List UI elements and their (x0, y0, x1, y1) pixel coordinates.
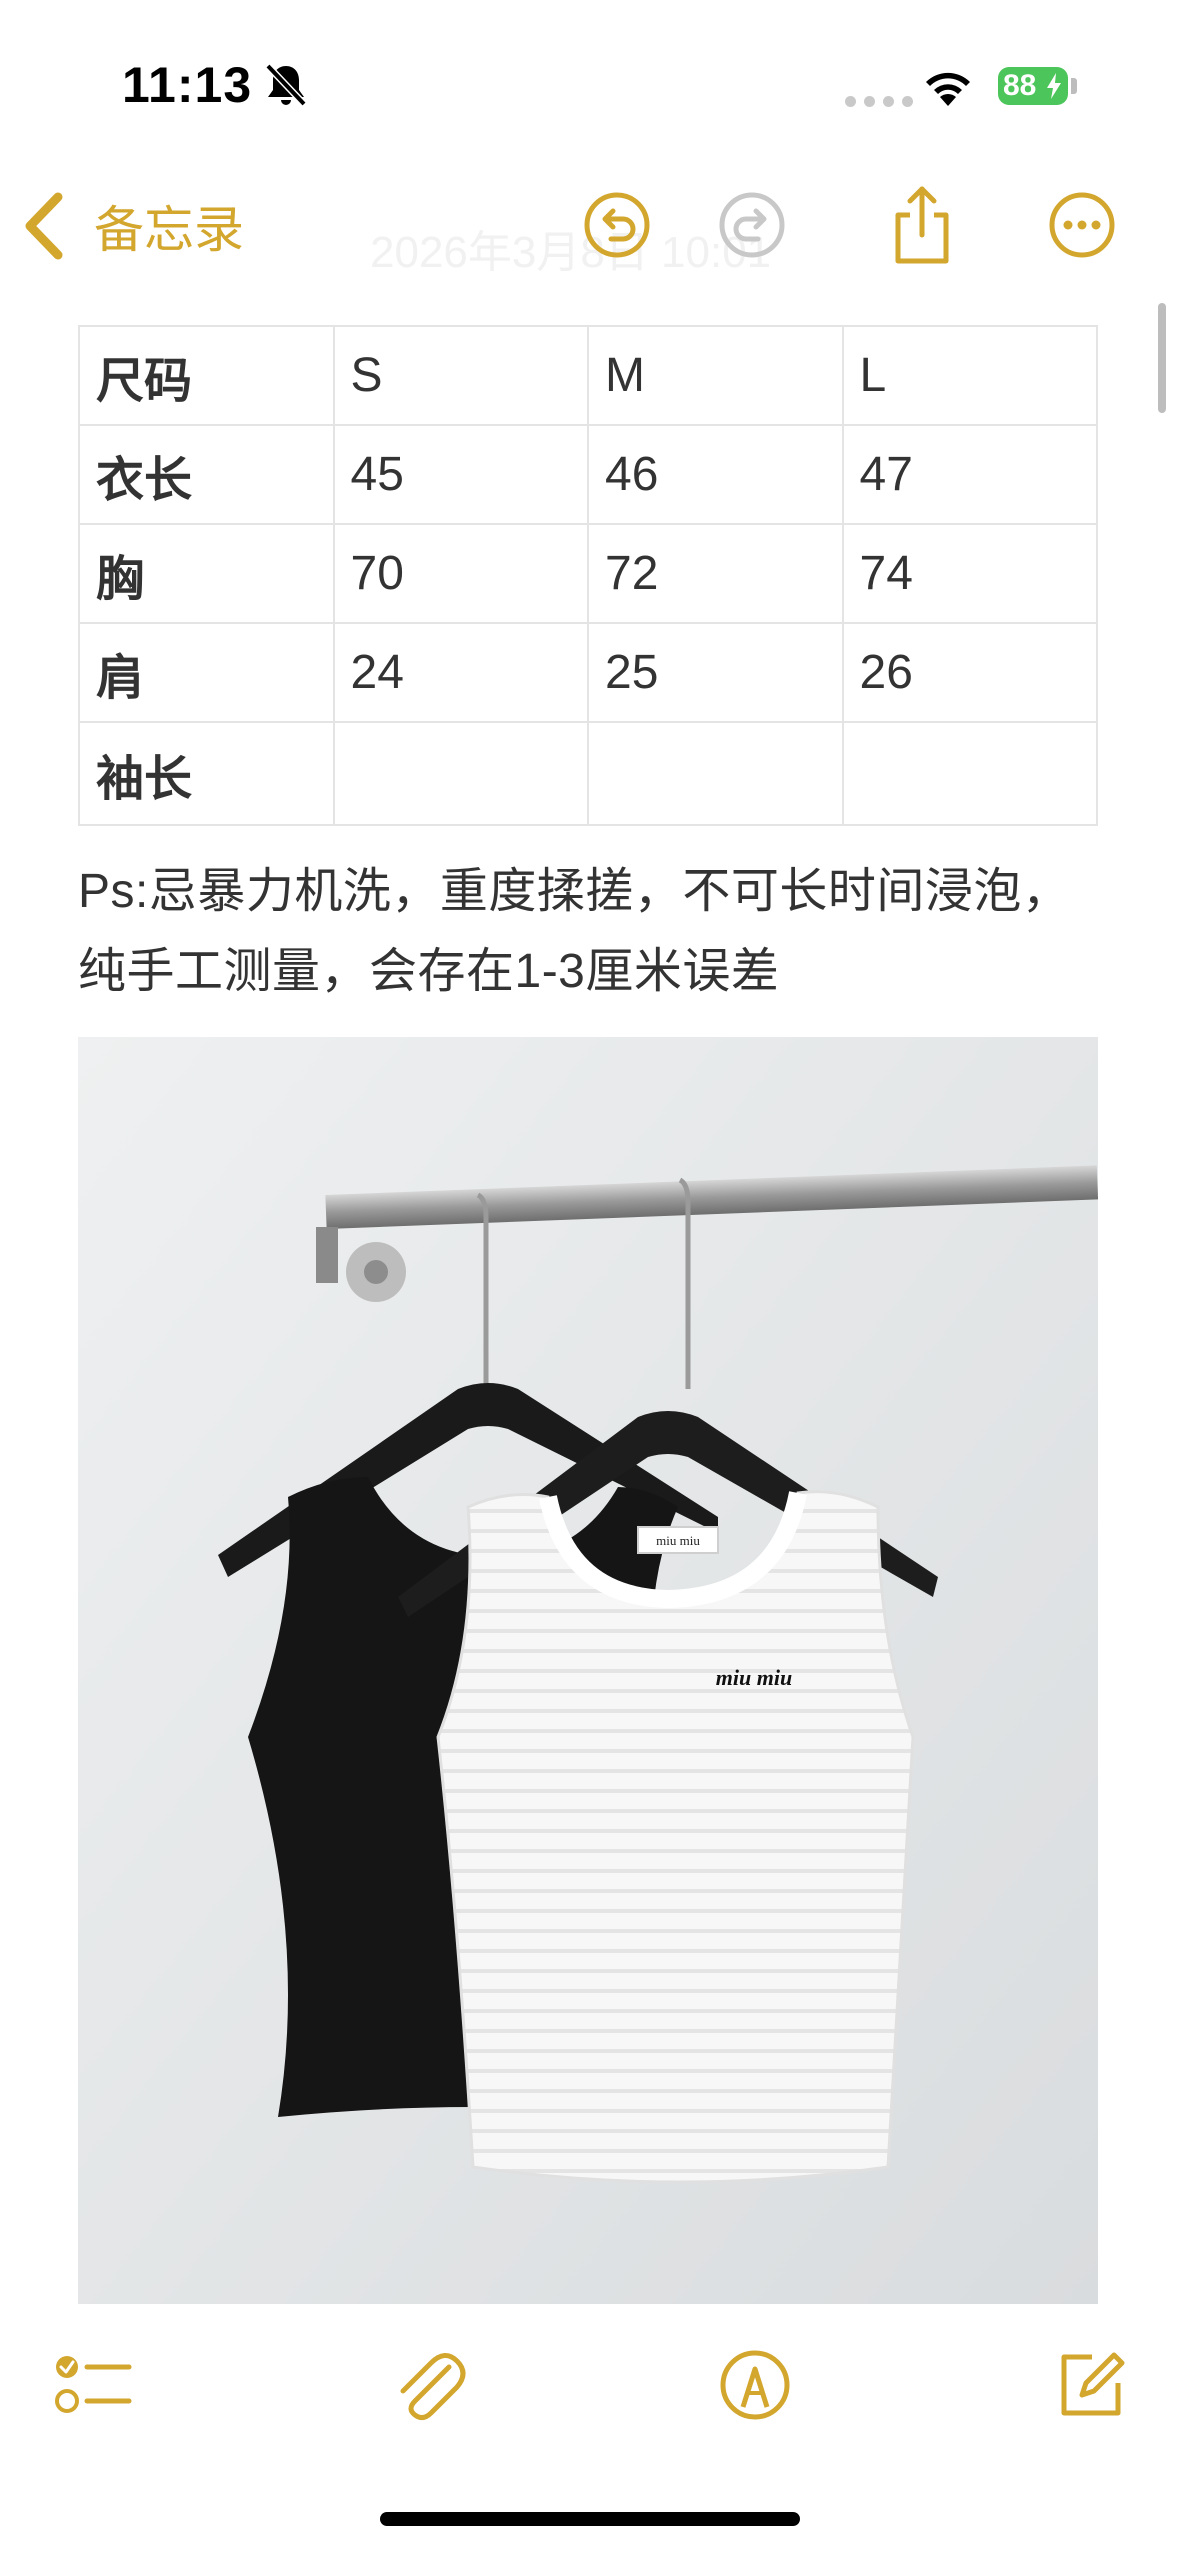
photo-illustration: miu miu miu miu (78, 1037, 1098, 2304)
cellular-signal-icon (845, 96, 913, 107)
table-cell[interactable]: 尺码 (78, 325, 335, 426)
table-cell[interactable] (841, 721, 1098, 826)
note-line: Ps:忌暴力机洗，重度揉搓，不可长时间浸泡， (78, 865, 1071, 918)
table-cell[interactable]: 26 (841, 622, 1098, 723)
status-time: 11:13 (122, 57, 253, 113)
product-photo[interactable]: miu miu miu miu (78, 1037, 1098, 2304)
paperclip-icon (400, 2353, 466, 2421)
note-line: 纯手工测量，会存在1-3厘米误差 (78, 945, 780, 998)
table-cell[interactable]: 25 (587, 622, 844, 723)
table-cell[interactable] (587, 721, 844, 826)
share-icon (895, 186, 949, 264)
table-cell[interactable]: M (587, 325, 844, 426)
checklist-button[interactable] (48, 2340, 138, 2430)
markup-pen-icon (720, 2350, 790, 2420)
compose-button[interactable] (1045, 2340, 1135, 2430)
garment-logo-text: miu miu (716, 1665, 792, 1690)
more-icon (1049, 192, 1115, 258)
table-cell[interactable]: 24 (332, 622, 589, 723)
compose-icon (1061, 2352, 1125, 2416)
table-cell[interactable]: 袖长 (78, 721, 335, 826)
checklist-icon (55, 2356, 132, 2413)
note-body[interactable]: 尺码 S M L 衣长 45 46 47 胸 70 72 74 肩 24 25 … (78, 325, 1098, 1012)
back-button[interactable]: 备忘录 (22, 190, 244, 262)
table-row: 肩 24 25 26 (78, 622, 1098, 723)
attachment-button[interactable] (384, 2340, 474, 2430)
table-cell[interactable]: 胸 (78, 523, 335, 624)
table-cell[interactable] (332, 721, 589, 826)
battery-level: 88 (1003, 69, 1037, 102)
bell-slash-icon (265, 63, 307, 107)
redo-button[interactable] (712, 180, 792, 270)
table-row: 衣长 45 46 47 (78, 424, 1098, 525)
undo-icon (584, 192, 650, 258)
undo-button[interactable] (577, 180, 657, 270)
status-bar: 11:13 88 (0, 0, 1179, 150)
white-tank-top: miu miu miu miu (436, 1490, 915, 2184)
table-row: 袖长 (78, 721, 1098, 826)
share-button[interactable] (882, 180, 962, 270)
table-cell[interactable]: 肩 (78, 622, 335, 723)
table-cell[interactable]: S (332, 325, 589, 426)
garment-label-text: miu miu (656, 1533, 700, 1548)
table-cell[interactable]: 74 (841, 523, 1098, 624)
home-indicator[interactable] (380, 2512, 800, 2526)
more-button[interactable] (1042, 180, 1122, 270)
markup-button[interactable] (710, 2340, 800, 2430)
chevron-left-icon (25, 192, 63, 260)
back-label: 备忘录 (94, 202, 244, 258)
wifi-icon (926, 72, 970, 106)
charging-bolt-icon (1047, 73, 1061, 99)
size-table[interactable]: 尺码 S M L 衣长 45 46 47 胸 70 72 74 肩 24 25 … (78, 325, 1098, 826)
table-row: 胸 70 72 74 (78, 523, 1098, 624)
table-cell[interactable]: 72 (587, 523, 844, 624)
table-cell[interactable]: 45 (332, 424, 589, 525)
table-cell[interactable]: 70 (332, 523, 589, 624)
table-header-row: 尺码 S M L (78, 325, 1098, 426)
battery-indicator: 88 (998, 67, 1068, 105)
redo-icon (719, 192, 785, 258)
note-date: 2026年3月8日 10:01 (370, 228, 772, 277)
scrollbar[interactable] (1158, 303, 1166, 413)
table-cell[interactable]: L (841, 325, 1098, 426)
battery-cap (1071, 78, 1077, 94)
note-text[interactable]: Ps:忌暴力机洗，重度揉搓，不可长时间浸泡， 纯手工测量，会存在1-3厘米误差 (78, 852, 1098, 1012)
table-cell[interactable]: 47 (841, 424, 1098, 525)
table-cell[interactable]: 46 (587, 424, 844, 525)
table-cell[interactable]: 衣长 (78, 424, 335, 525)
